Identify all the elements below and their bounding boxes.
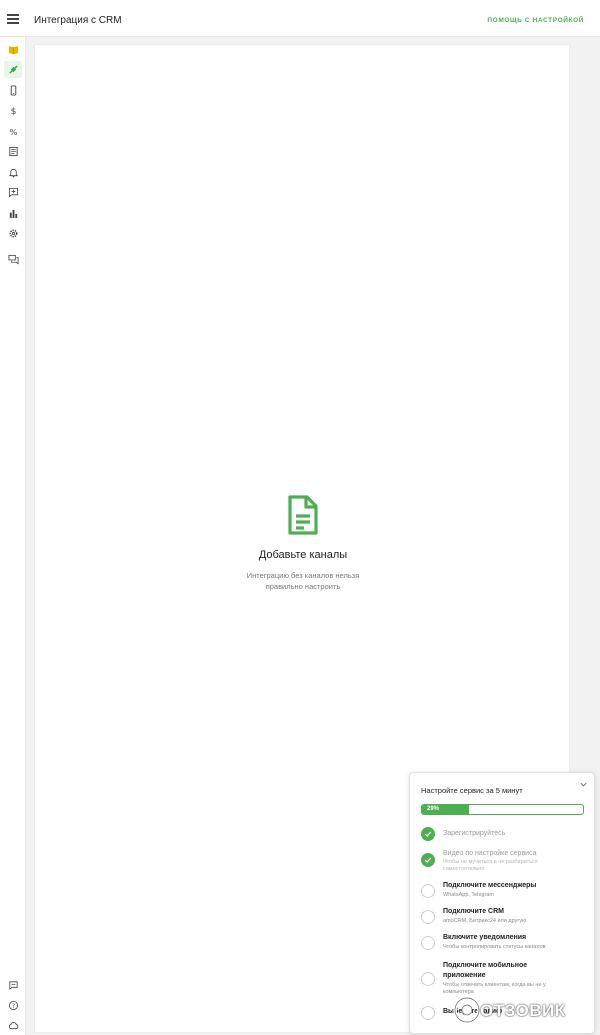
sidebar-bottom-chat[interactable] xyxy=(4,977,22,994)
step-title: Подключите мобильное приложение xyxy=(443,962,528,979)
chat-icon xyxy=(8,981,18,991)
step-title: Подключите CRM xyxy=(443,908,504,915)
sidebar-item-statistics[interactable] xyxy=(4,205,22,222)
onboarding-progress-label: 29% xyxy=(427,806,440,812)
sidebar-item-book[interactable] xyxy=(4,41,22,58)
sidebar-item-integration[interactable] xyxy=(4,61,22,78)
sidebar-item-billing[interactable]: $ xyxy=(4,102,22,119)
step-subtitle: Чтобы контролировать статусы каналов xyxy=(443,944,546,950)
step-title: Зарегистрируйтесь xyxy=(443,830,506,837)
help-icon: ? xyxy=(8,1000,18,1011)
step-empty-circle-icon xyxy=(421,936,435,950)
bar-chart-icon xyxy=(9,209,17,219)
gear-icon xyxy=(9,229,17,238)
onboarding-title: Настройте сервис за 5 минут xyxy=(421,786,523,795)
watermark-logo-icon xyxy=(453,996,481,1024)
step-title: Видео по настройке сервиса xyxy=(443,850,537,857)
onboarding-progress-bar: 29% xyxy=(421,804,584,815)
step-empty-circle-icon xyxy=(421,884,435,898)
chat-add-icon xyxy=(8,187,18,198)
setup-help-link[interactable]: помощь с настройкой xyxy=(487,17,584,24)
watermark: ОТЗОВИК xyxy=(452,994,592,1026)
dollar-icon: $ xyxy=(10,106,16,116)
document-icon xyxy=(8,146,18,157)
step-subtitle: WhatsApp, Telegram xyxy=(443,892,494,898)
bell-icon xyxy=(8,168,18,178)
top-bar: Интеграция с CRM помощь с настройкой xyxy=(0,0,600,37)
empty-state-title: Добавьте каналы xyxy=(258,549,348,561)
step-check-icon xyxy=(421,853,435,867)
plug-icon xyxy=(8,65,18,74)
svg-text:$: $ xyxy=(10,106,16,116)
sidebar-item-feedback[interactable] xyxy=(4,184,22,201)
book-icon xyxy=(8,46,18,55)
sidebar: $ % ? xyxy=(0,37,26,1035)
messages-icon xyxy=(8,254,18,265)
step-subtitle: Чтобы не мучиться и не разбираться самос… xyxy=(443,859,538,872)
svg-text:%: % xyxy=(9,127,17,137)
cloud-icon xyxy=(8,1022,18,1030)
phone-icon xyxy=(10,85,16,96)
sidebar-bottom-status[interactable] xyxy=(4,1017,22,1034)
empty-state-description: Интеграцию без каналов нельзя правильно … xyxy=(246,571,360,591)
sidebar-item-phone[interactable] xyxy=(4,82,22,99)
sidebar-item-documents[interactable] xyxy=(4,143,22,160)
sidebar-item-notifications[interactable] xyxy=(4,164,22,181)
empty-state: Добавьте каналы Интеграцию без каналов н… xyxy=(35,495,571,592)
sidebar-item-discounts[interactable]: % xyxy=(4,123,22,140)
step-title: Подключите мессенджеры xyxy=(443,882,537,889)
step-check-icon xyxy=(421,827,435,841)
page-title: Интеграция с CRM xyxy=(34,15,122,26)
step-empty-circle-icon xyxy=(421,972,435,986)
hamburger-menu-icon[interactable] xyxy=(7,14,19,24)
step-title: Включите уведомления xyxy=(443,934,527,941)
chevron-down-icon[interactable] xyxy=(579,780,588,789)
sidebar-bottom-help[interactable]: ? xyxy=(4,997,22,1014)
step-subtitle: amoCRM, Битрикс24 или другую xyxy=(443,918,527,924)
watermark-text: ОТЗОВИК xyxy=(480,1001,566,1020)
sidebar-item-settings[interactable] xyxy=(4,225,22,242)
sidebar-item-messages[interactable] xyxy=(4,251,22,268)
step-empty-circle-icon xyxy=(421,910,435,924)
step-empty-circle-icon xyxy=(421,1006,435,1020)
document-green-icon xyxy=(288,495,318,535)
percent-icon: % xyxy=(9,127,17,137)
svg-text:?: ? xyxy=(11,1002,14,1010)
